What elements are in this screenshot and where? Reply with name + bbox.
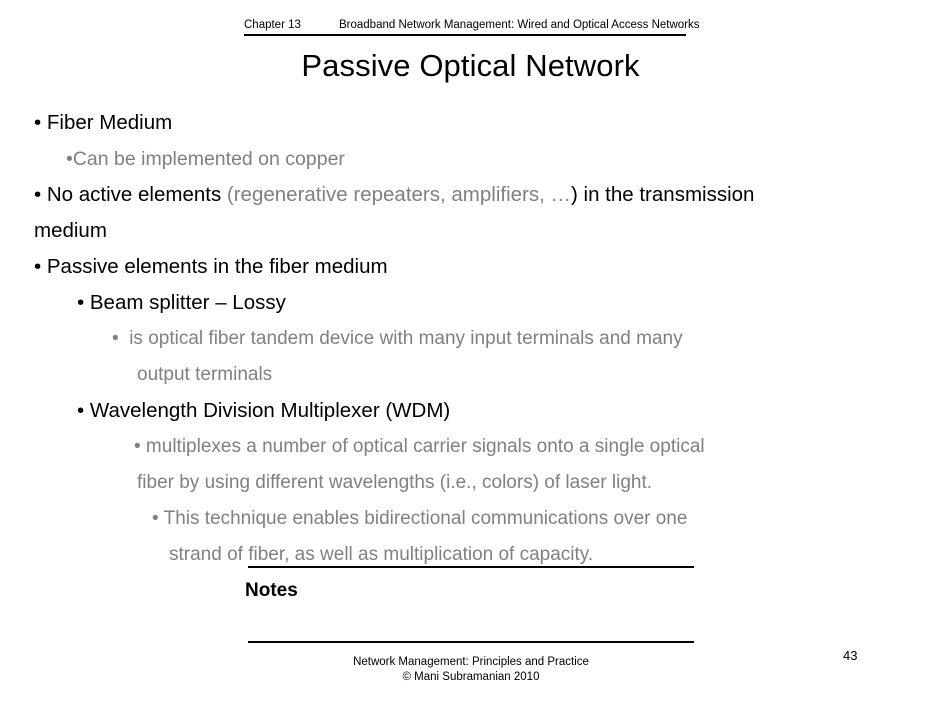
bullet-item: • Passive elements in the fiber medium [34,255,388,278]
notes-divider-bottom [248,641,694,643]
notes-divider-top [248,566,694,568]
bullet-item: • Wavelength Division Multiplexer (WDM) [77,399,451,422]
bullet-text-parenthetical: (regenerative repeaters, amplifiers, … [226,183,571,206]
header-subject: Broadband Network Management: Wired and … [339,19,700,31]
slide-page: { "header": { "chapter": "Chapter 13", "… [0,0,941,706]
notes-label: Notes [245,580,298,601]
bullet-item: • Beam splitter – Lossy [77,291,286,314]
footer-title: Network Management: Principles and Pract… [353,656,589,668]
slide-body: • Fiber Medium •Can be implemented on co… [34,105,914,573]
slide-header: Chapter 13 Broadband Network Management:… [244,18,700,36]
page-title: Passive Optical Network [301,48,640,83]
slide-footer: Network Management: Principles and Pract… [248,655,694,685]
bullet-item: • No active elements (regenerative repea… [34,177,914,213]
header-divider [244,34,686,36]
bullet-continuation: output terminals [137,364,273,385]
bullet-text-suffix: ) in the transmission [571,183,755,206]
page-number: 43 [843,648,858,663]
bullet-item: •Can be implemented on copper [66,148,345,170]
bullet-item: • multiplexes a number of optical carrie… [134,436,705,457]
bullet-item: • Fiber Medium [34,111,173,134]
footer-copyright: © Mani Subramanian 2010 [402,671,540,683]
bullet-item: • This technique enables bidirectional c… [152,508,688,529]
bullet-text-prefix: • No active elements [34,183,227,206]
header-row: Chapter 13 Broadband Network Management:… [244,18,700,32]
bullet-item: • is optical fiber tandem device with ma… [112,328,683,349]
chapter-label: Chapter 13 [244,19,301,31]
bullet-continuation: fiber by using different wavelengths (i.… [137,472,653,493]
bullet-continuation: medium [34,219,107,242]
